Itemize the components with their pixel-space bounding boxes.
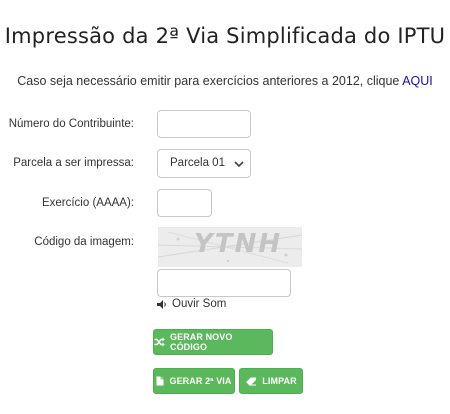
- contribuinte-input[interactable]: [157, 110, 251, 138]
- chevron-down-icon: [234, 161, 244, 168]
- gerar-2via-label: GERAR 2ª VIA: [169, 376, 232, 386]
- audio-label: Ouvir Som: [172, 298, 227, 310]
- page-subtitle: Caso seja necessário emitir para exercíc…: [0, 74, 450, 88]
- codigo-label: Código da imagem:: [34, 236, 134, 248]
- document-icon: [156, 376, 164, 386]
- gerar-novo-codigo-button[interactable]: GERAR NOVO CÓDIGO: [153, 329, 273, 355]
- subtitle-text: Caso seja necessário emitir para exercíc…: [17, 74, 400, 88]
- exercicio-input[interactable]: [157, 189, 212, 217]
- gerar-novo-codigo-label: GERAR NOVO CÓDIGO: [169, 332, 233, 352]
- aqui-link[interactable]: AQUI: [402, 74, 433, 88]
- captcha-image: YTNH: [158, 227, 302, 267]
- contribuinte-label: Número do Contribuinte:: [8, 118, 134, 130]
- codigo-input[interactable]: [157, 269, 291, 297]
- page-title: Impressão da 2ª Via Simplificada do IPTU: [4, 24, 446, 48]
- parcela-label: Parcela a ser impressa:: [13, 157, 134, 169]
- speaker-icon: [157, 299, 166, 309]
- limpar-label: LIMPAR: [262, 376, 297, 386]
- eraser-icon: [246, 377, 257, 385]
- limpar-button[interactable]: LIMPAR: [239, 368, 303, 394]
- exercicio-label: Exercício (AAAA):: [41, 197, 134, 209]
- parcela-selected-value: Parcela 01: [170, 157, 225, 169]
- shuffle-icon: [154, 337, 165, 347]
- gerar-2via-button[interactable]: GERAR 2ª VIA: [153, 368, 235, 394]
- captcha-text: YTNH: [194, 229, 283, 259]
- parcela-select[interactable]: Parcela 01: [157, 149, 251, 178]
- audio-link[interactable]: Ouvir Som: [156, 298, 226, 310]
